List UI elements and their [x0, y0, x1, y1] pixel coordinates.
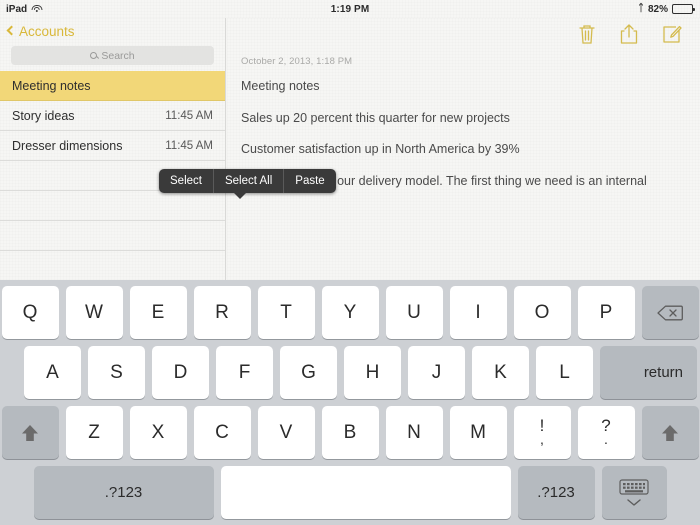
battery-percent-label: 82%	[647, 3, 668, 15]
spacebar-key[interactable]	[220, 466, 511, 519]
key-q[interactable]: Q	[1, 286, 59, 339]
key-c[interactable]: C	[193, 406, 251, 459]
shift-icon	[22, 424, 38, 441]
keyboard-row-3: Z X C V B N M!,?.	[1, 406, 699, 459]
note-list-empty-row	[0, 221, 225, 251]
note-list-item-title: Story ideas	[12, 108, 75, 123]
keyboard-row2-spacer	[3, 346, 17, 399]
note-list-item-title: Meeting notes	[12, 78, 91, 93]
device-label: iPad	[6, 3, 28, 15]
key-g[interactable]: G	[280, 346, 337, 399]
compose-icon[interactable]	[661, 23, 682, 45]
shift-key-left[interactable]	[1, 406, 59, 459]
onscreen-keyboard: QWERTYUIOP A S D F G H J K Lreturn Z X C V B N M!,?. .…	[0, 280, 700, 525]
key-d[interactable]: D	[152, 346, 209, 399]
edit-menu-item-select-all[interactable]: Select All	[214, 169, 285, 193]
battery-icon	[672, 4, 695, 14]
key-b[interactable]: B	[321, 406, 379, 459]
backspace-key[interactable]	[641, 286, 699, 339]
key-v[interactable]: V	[257, 406, 315, 459]
key-r[interactable]: R	[193, 286, 251, 339]
note-list-empty-row	[0, 251, 225, 281]
status-bar-left: iPad	[0, 4, 200, 15]
note-list-item[interactable]: Story ideas 11:45 AM	[0, 101, 225, 131]
key-e[interactable]: E	[129, 286, 187, 339]
edit-menu-arrow	[233, 192, 247, 199]
note-detail-pane: October 2, 2013, 1:18 PM Meeting notes Sa…	[227, 18, 700, 280]
note-line: Customer satisfaction up in North Americ…	[241, 142, 520, 156]
key-o[interactable]: O	[513, 286, 571, 339]
edit-menu-popup: Select Select All Paste	[159, 169, 336, 193]
trash-icon[interactable]	[577, 23, 597, 45]
wifi-icon	[31, 4, 43, 14]
status-bar-time: 1:19 PM	[330, 3, 370, 15]
bluetooth-icon: ᛏ	[637, 3, 644, 14]
search-placeholder: Search	[101, 49, 135, 62]
note-list-item[interactable]: Meeting notes	[0, 71, 225, 101]
status-bar: iPad 1:19 PM ᛏ 82%	[0, 0, 700, 18]
sidebar-header: Accounts	[0, 18, 225, 44]
dismiss-keyboard-key[interactable]	[601, 466, 667, 519]
key-punct-secondary: ,	[540, 431, 544, 448]
key-punct-0[interactable]: !,	[513, 406, 571, 459]
keyboard-row-4: .?123 .?123	[3, 466, 697, 519]
share-icon[interactable]	[619, 23, 639, 45]
search-input[interactable]: Search	[11, 46, 214, 65]
key-j[interactable]: J	[408, 346, 465, 399]
back-to-accounts-button[interactable]: Accounts	[6, 23, 75, 39]
shift-icon	[662, 424, 678, 441]
key-h[interactable]: H	[344, 346, 401, 399]
key-p[interactable]: P	[577, 286, 635, 339]
key-z[interactable]: Z	[65, 406, 123, 459]
shift-key-right[interactable]	[641, 406, 699, 459]
note-line: Sales up 20 percent this quarter for new…	[241, 110, 510, 125]
return-key[interactable]: return	[600, 346, 697, 399]
key-punct-1[interactable]: ?.	[577, 406, 635, 459]
key-l[interactable]: L	[536, 346, 593, 399]
keyboard-row-1: QWERTYUIOP	[1, 286, 699, 339]
note-list-item-time: 11:45 AM	[165, 139, 213, 152]
note-list-item[interactable]: Dresser dimensions 11:45 AM	[0, 131, 225, 161]
search-container: Search	[0, 44, 225, 71]
note-timestamp: October 2, 2013, 1:18 PM	[241, 56, 353, 67]
key-punct-secondary: .	[604, 431, 608, 448]
note-text-area[interactable]: October 2, 2013, 1:18 PM Meeting notes Sa…	[227, 50, 700, 187]
key-s[interactable]: S	[88, 346, 145, 399]
notes-sidebar: Accounts Search Meeting notes Story ideas…	[0, 18, 226, 281]
key-f[interactable]: F	[216, 346, 273, 399]
key-k[interactable]: K	[472, 346, 529, 399]
edit-menu-item-select[interactable]: Select	[159, 169, 214, 193]
key-x[interactable]: X	[129, 406, 187, 459]
dismiss-keyboard-icon	[619, 479, 649, 506]
note-list-item-time: 11:45 AM	[165, 109, 213, 122]
note-toolbar	[227, 18, 700, 50]
note-list-empty-row	[0, 191, 225, 221]
key-t[interactable]: T	[257, 286, 315, 339]
edit-menu-item-paste[interactable]: Paste	[284, 169, 335, 193]
key-i[interactable]: I	[449, 286, 507, 339]
search-icon	[90, 52, 98, 59]
key-a[interactable]: A	[24, 346, 81, 399]
note-list-item-title: Dresser dimensions	[12, 138, 123, 153]
keyboard-row-2: A S D F G H J K Lreturn	[3, 346, 697, 399]
status-bar-right: ᛏ 82%	[500, 4, 700, 15]
backspace-icon	[657, 305, 683, 320]
back-button-label: Accounts	[19, 23, 75, 39]
numeric-key-left[interactable]: .?123	[33, 466, 214, 519]
key-n[interactable]: N	[385, 406, 443, 459]
key-m[interactable]: M	[449, 406, 507, 459]
key-y[interactable]: Y	[321, 286, 379, 339]
numeric-key-right[interactable]: .?123	[517, 466, 595, 519]
chevron-left-icon	[6, 25, 17, 36]
key-u[interactable]: U	[385, 286, 443, 339]
note-line: Meeting notes	[241, 79, 320, 93]
key-w[interactable]: W	[65, 286, 123, 339]
